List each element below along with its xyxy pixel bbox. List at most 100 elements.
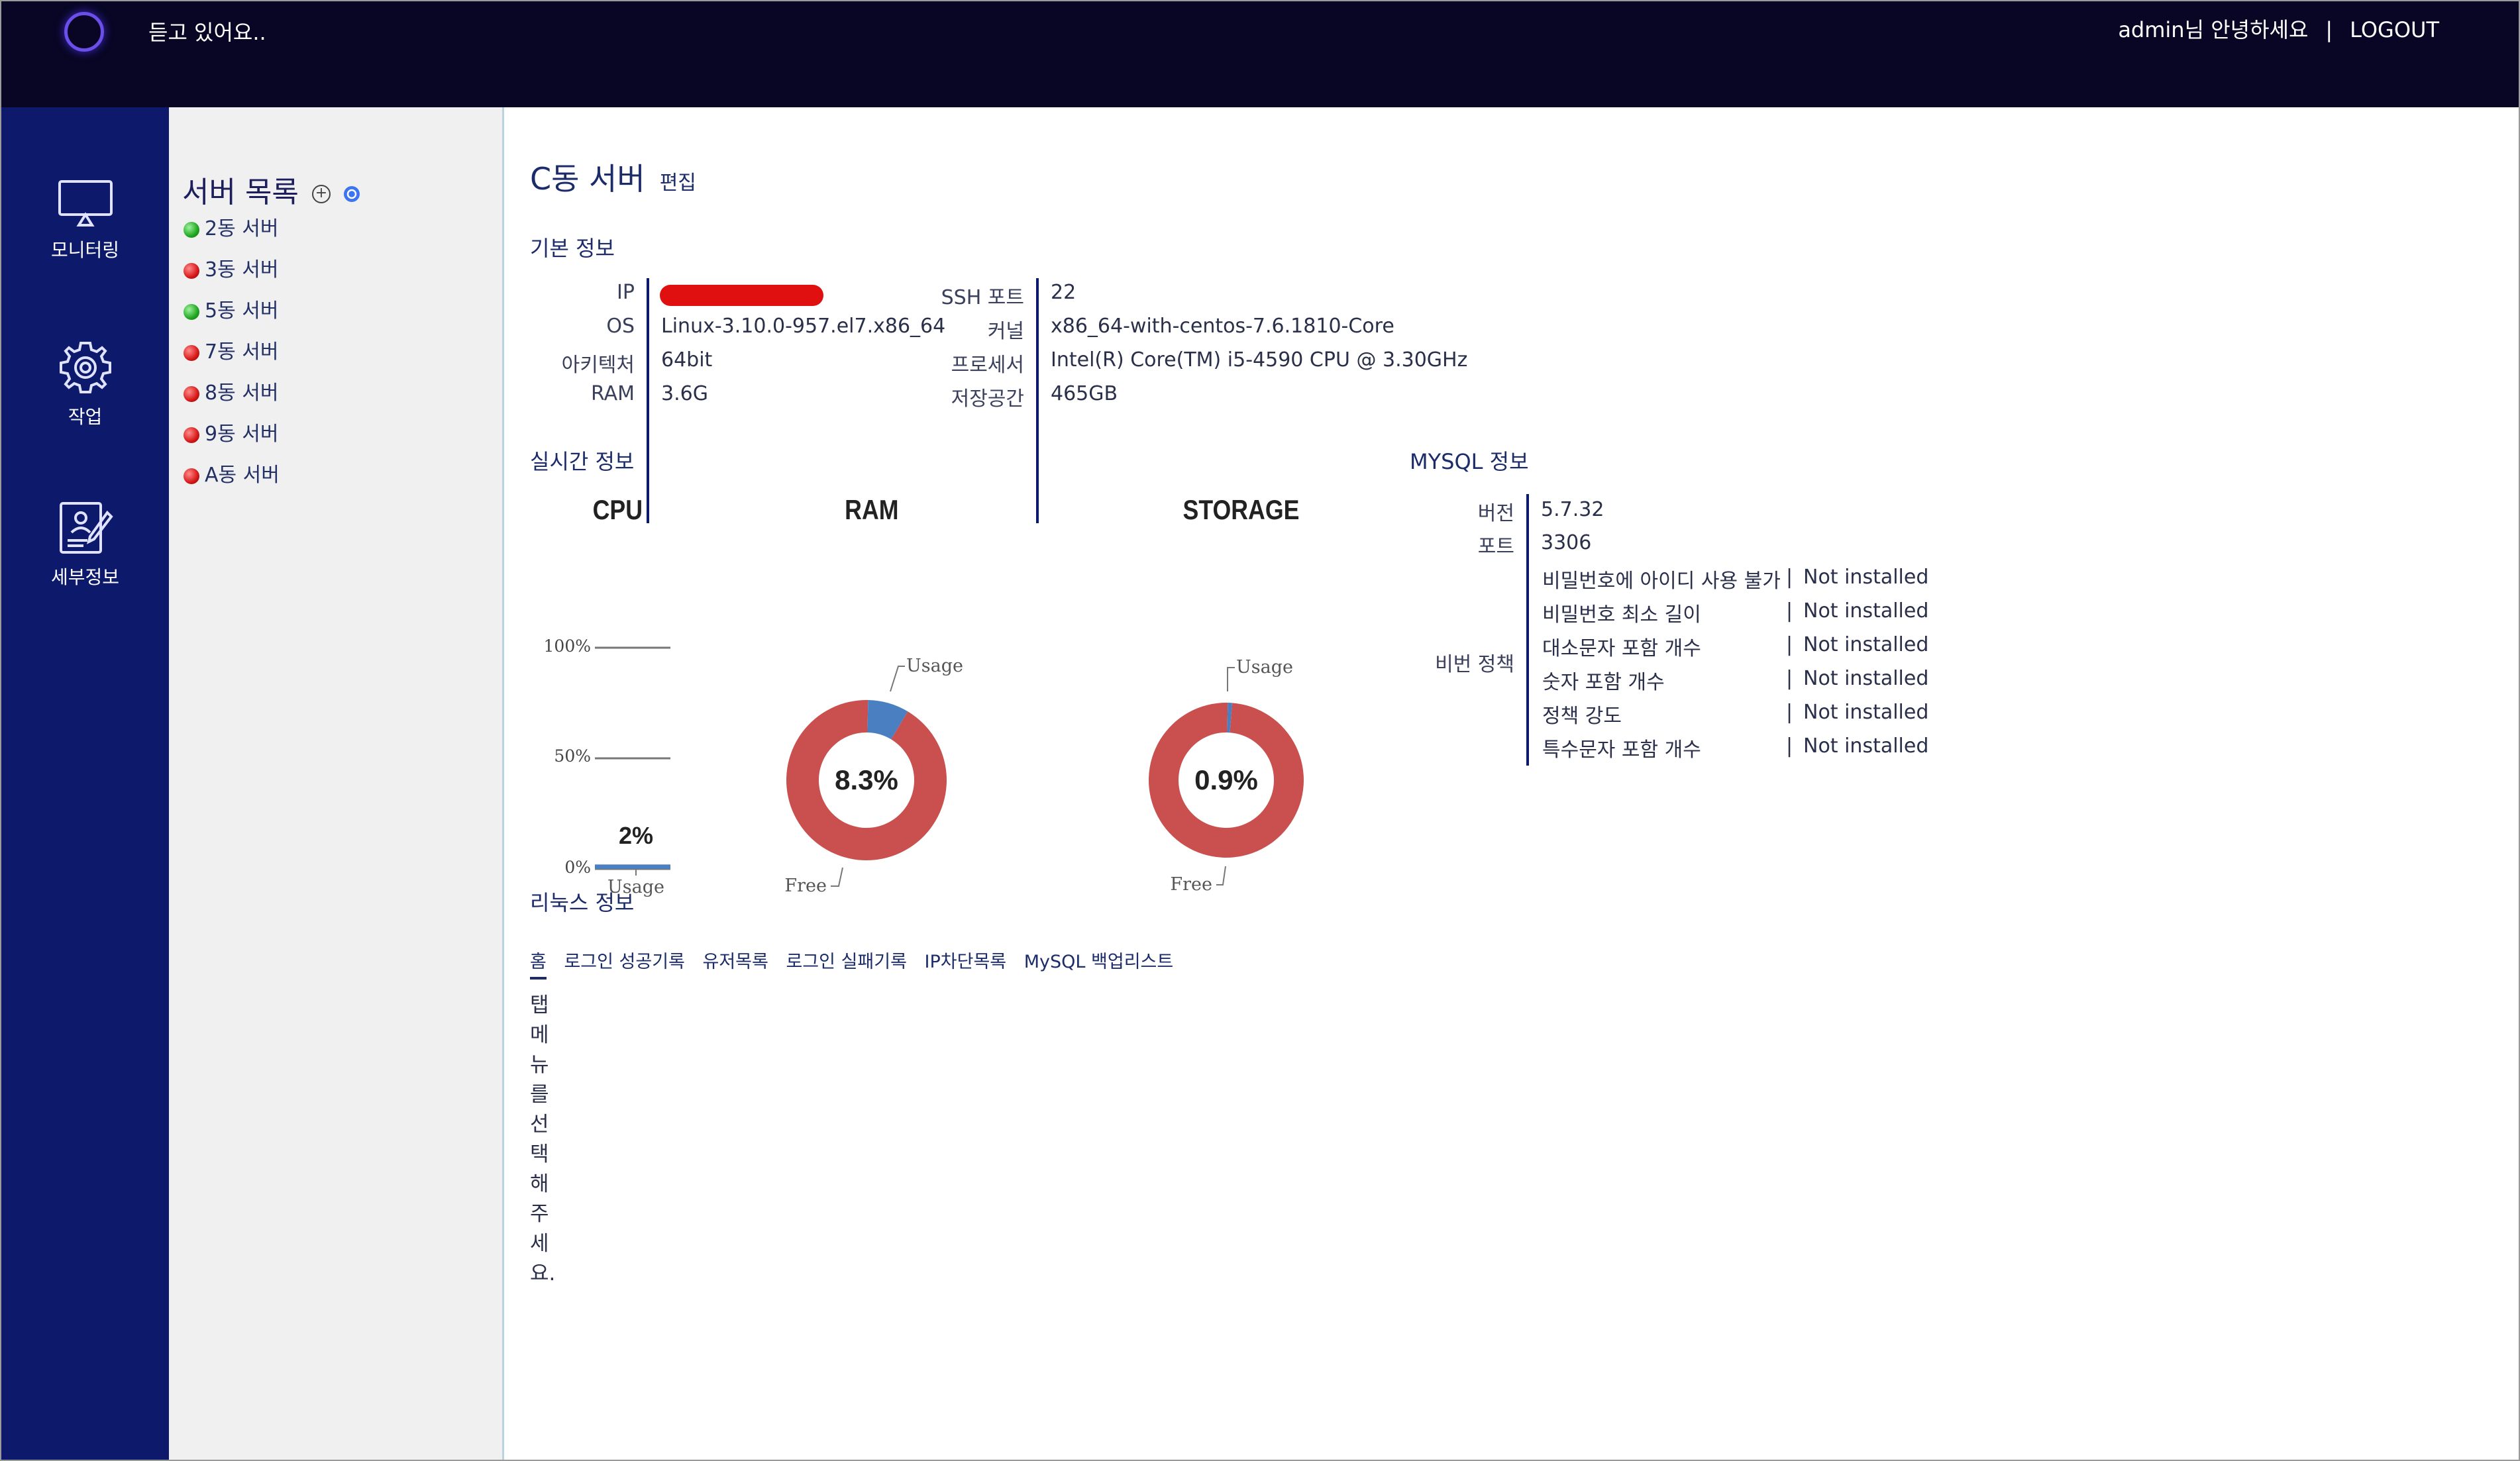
policy-name: 숫자 포함 개수 [1542,671,1665,694]
policy-separator: | [1786,633,1793,656]
tab-hint-text: 탭 메뉴를 선택해주세요. [530,993,556,1285]
policy-value: Not installed [1803,566,1929,589]
server-list-title: 서버 목록 [182,176,299,209]
arch-value: 64bit [661,348,713,372]
tab-mysql-backup[interactable]: MySQL 백업리스트 [1024,952,1174,972]
ssh-port-key: SSH 포트 [941,286,1024,309]
top-bar: 듣고 있어요.. admin님 안녕하세요 | LOGOUT [1,1,2519,107]
server-list-header: 서버 목록 + [182,168,360,211]
tab-user-list[interactable]: 유저목록 [703,952,768,972]
mysql-divider [1526,494,1529,766]
policy-separator: | [1786,599,1793,623]
server-item-label: 9동 서버 [205,423,279,446]
linux-tabs: 홈 로그인 성공기록 유저목록 로그인 실패기록 IP차단목록 MySQL 백업… [530,947,1185,980]
ram-free-leader [831,867,843,887]
ram-usage-leader [890,666,905,692]
server-name: C동 서버 [530,161,645,197]
kernel-key: 커널 [987,320,1024,343]
ip-redacted [660,285,823,306]
nav-detail-label: 세부정보 [50,566,120,588]
realtime-charts: 100% 50% 0% 2% Usage 8.3% Usage Free 0.9… [544,636,1304,897]
policy-name: 비밀번호에 아이디 사용 불가 [1542,570,1781,593]
ram-value-label: 8.3% [835,764,898,795]
nav-task-label: 작업 [68,406,103,428]
monitor-icon [58,180,113,227]
tab-login-failure[interactable]: 로그인 실패기록 [786,952,906,972]
greeting-separator: | [2325,17,2333,42]
gear-icon [59,342,111,393]
server-item[interactable]: 7동 서버 [184,335,278,364]
tab-home[interactable]: 홈 [530,947,547,980]
storage-usage-label: Usage [1236,657,1293,678]
user-area: admin님 안녕하세요 | LOGOUT [2118,13,2439,44]
ram-usage-label: Usage [906,656,963,676]
status-offline-icon [184,385,199,402]
greeting-text: admin님 안녕하세요 [2118,17,2309,42]
add-server-icon[interactable]: + [311,185,331,203]
basic-info-divider-left [647,278,649,523]
nav-detail[interactable]: 세부정보 [1,499,169,589]
mysql-port-key: 포트 [1477,535,1514,558]
detail-doc-icon [59,502,113,554]
policy-value: Not installed [1803,599,1929,623]
logout-link[interactable]: LOGOUT [2350,17,2439,42]
server-item-label: 8동 서버 [205,381,279,405]
nav-monitoring[interactable]: 모니터링 [1,179,169,262]
policy-name: 특수문자 포함 개수 [1542,738,1701,762]
status-offline-icon [184,262,199,279]
server-item-label: 5동 서버 [205,299,279,323]
server-item[interactable]: 8동 서버 [184,376,278,405]
status-offline-icon [184,468,199,484]
realtime-info-title: 실시간 정보 [530,449,635,474]
policy-name: 비밀번호 최소 길이 [1542,603,1701,627]
server-item[interactable]: 9동 서버 [184,417,278,446]
mysql-port-value: 3306 [1541,531,1592,554]
tab-ip-block[interactable]: IP차단목록 [925,952,1007,972]
page-title: C동 서버 편집 [530,155,696,199]
storage-chart: 0.9% Usage Free [1149,657,1304,895]
server-item-label: A동 서버 [205,464,280,487]
processor-value: Intel(R) Core(TM) i5-4590 CPU @ 3.30GHz [1051,348,1468,372]
server-item[interactable]: 2동 서버 [184,212,278,241]
storage-value-label: 0.9% [1194,764,1258,795]
ssh-port-value: 22 [1051,281,1076,304]
mysql-version-key: 버전 [1477,502,1514,525]
mysql-policy-key: 비번 정책 [1435,653,1514,676]
policy-separator: | [1786,701,1793,724]
server-item-label: 2동 서버 [205,217,279,240]
nav-task[interactable]: 작업 [1,339,169,429]
tab-login-success[interactable]: 로그인 성공기록 [564,952,684,972]
listening-status: 듣고 있어요.. [148,20,266,45]
cpu-chart: 100% 50% 0% 2% Usage [544,636,670,897]
arch-key: 아키텍처 [561,354,635,377]
basic-info-divider-right [1036,278,1039,523]
status-offline-icon [184,427,199,443]
storage-key: 저장공간 [951,387,1024,411]
policy-separator: | [1786,667,1793,690]
server-item[interactable]: A동 서버 [184,458,280,487]
server-item-label: 7동 서버 [205,340,279,364]
left-nav: 모니터링 작업 세부정보 [1,107,169,1460]
policy-value: Not installed [1803,667,1929,690]
cpu-usage-bar [595,864,670,869]
server-item[interactable]: 5동 서버 [184,294,278,323]
basic-info-title: 기본 정보 [530,236,615,261]
os-key: OS [606,315,635,338]
cpu-tick-0: 0% [564,858,591,877]
policy-name: 정책 강도 [1542,705,1622,728]
server-item[interactable]: 3동 서버 [184,253,278,282]
ram-chart: 8.3% Usage Free [784,656,963,896]
refresh-icon[interactable] [343,186,360,202]
storage-free-leader [1216,866,1226,885]
refresh-glyph-icon [346,189,357,199]
edit-link[interactable]: 편집 [660,172,696,195]
status-online-icon [184,221,199,238]
storage-value: 465GB [1051,382,1118,405]
assistant-ring-icon[interactable] [64,12,104,52]
policy-value: Not installed [1803,633,1929,656]
policy-separator: | [1786,734,1793,758]
policy-name: 대소문자 포함 개수 [1542,637,1701,660]
ram-free-label: Free [784,876,827,896]
cpu-value-label: 2% [619,822,653,849]
nav-monitoring-label: 모니터링 [50,239,120,261]
